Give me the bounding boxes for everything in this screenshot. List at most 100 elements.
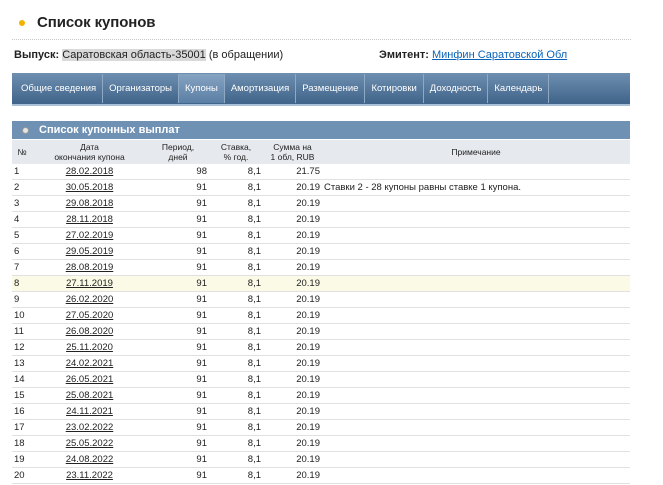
issue-label: Выпуск: — [14, 49, 60, 61]
date-link[interactable]: 26.05.2021 — [66, 374, 114, 385]
table-row: 9 26.02.2020 91 8,1 20.19 — [12, 291, 630, 308]
cell-date: 30.05.2018 — [32, 179, 147, 196]
date-link[interactable]: 24.11.2021 — [66, 406, 113, 417]
cell-num: 20 — [12, 467, 32, 484]
cell-date: 27.05.2020 — [32, 307, 147, 324]
tab-7[interactable]: Доходность — [424, 74, 489, 103]
date-link[interactable]: 23.02.2022 — [66, 422, 114, 433]
table-row: 2 30.05.2018 91 8,1 20.19 Ставки 2 - 28 купон… — [12, 179, 630, 196]
cell-sum: 20.19 — [263, 179, 322, 196]
table-row: 8 27.11.2019 91 8,1 20.19 — [12, 275, 630, 292]
cell-date: 25.11.2020 — [32, 339, 147, 356]
cell-sum: 20.19 — [263, 419, 322, 436]
cell-num: 2 — [12, 179, 32, 196]
cell-sum: 20.19 — [263, 435, 322, 452]
date-link[interactable]: 30.05.2018 — [66, 182, 114, 193]
issue-status: (в обращении) — [208, 49, 284, 61]
cell-rate: 8,1 — [209, 195, 263, 212]
table-row: 20 23.11.2022 91 8,1 20.19 — [12, 467, 630, 484]
cell-num: 16 — [12, 403, 32, 420]
date-link[interactable]: 27.11.2019 — [66, 278, 113, 289]
col-num-header: № — [12, 140, 32, 164]
cell-period: 91 — [147, 307, 209, 324]
cell-sum: 20.19 — [263, 275, 322, 292]
cell-note — [322, 419, 630, 436]
col-date-header-l2: окончания купона — [54, 152, 125, 162]
cell-rate: 8,1 — [209, 211, 263, 228]
cell-sum: 20.19 — [263, 211, 322, 228]
date-link[interactable]: 26.08.2020 — [66, 326, 114, 337]
cell-note — [322, 211, 630, 228]
cell-period: 91 — [147, 451, 209, 468]
date-link[interactable]: 28.02.2018 — [66, 166, 114, 177]
cell-note — [322, 259, 630, 276]
section-bullet-icon — [22, 126, 29, 134]
cell-rate: 8,1 — [209, 339, 263, 356]
cell-note — [322, 227, 630, 244]
table-row: 6 29.05.2019 91 8,1 20.19 — [12, 243, 630, 260]
cell-rate: 8,1 — [209, 355, 263, 372]
cell-rate: 8,1 — [209, 451, 263, 468]
cell-date: 26.08.2020 — [32, 323, 147, 340]
cell-note — [322, 164, 630, 180]
cell-note — [322, 355, 630, 372]
date-link[interactable]: 29.08.2018 — [66, 198, 114, 209]
title-divider — [12, 39, 631, 40]
date-link[interactable]: 28.11.2018 — [66, 214, 113, 225]
cell-rate: 8,1 — [209, 275, 263, 292]
tab-2[interactable]: Организаторы — [103, 74, 180, 103]
date-link[interactable]: 26.02.2020 — [66, 294, 114, 305]
cell-num: 11 — [12, 323, 32, 340]
cell-sum: 20.19 — [263, 371, 322, 388]
col-rate-header-l1: Ставка, — [220, 142, 252, 152]
cell-rate: 8,1 — [209, 243, 263, 260]
tab-5[interactable]: Размещение — [296, 74, 366, 103]
tab-bar: Общие сведения Организаторы Купоны Амортиза… — [12, 73, 630, 106]
issuer-link[interactable]: Минфин Саратовской Обл — [432, 49, 567, 61]
date-link[interactable]: 29.05.2019 — [66, 246, 114, 257]
cell-note: Ставки 2 - 28 купоны равны ставке 1 купо… — [322, 179, 630, 196]
table-row: 17 23.02.2022 91 8,1 20.19 — [12, 419, 630, 436]
table-row: 3 29.08.2018 91 8,1 20.19 — [12, 195, 630, 212]
bullet-icon — [19, 19, 25, 26]
cell-sum: 21.75 — [263, 164, 322, 180]
date-link[interactable]: 24.08.2022 — [66, 454, 114, 465]
date-link[interactable]: 27.02.2019 — [66, 230, 114, 241]
cell-note — [322, 275, 630, 292]
date-link[interactable]: 25.11.2020 — [66, 342, 113, 353]
cell-num: 13 — [12, 355, 32, 372]
tab-4[interactable]: Амортизация — [225, 74, 297, 103]
date-link[interactable]: 25.05.2022 — [66, 438, 114, 449]
table-row: 16 24.11.2021 91 8,1 20.19 — [12, 403, 630, 420]
cell-rate: 8,1 — [209, 259, 263, 276]
cell-period: 91 — [147, 371, 209, 388]
col-rate-header-l2: % год. — [223, 152, 249, 162]
date-link[interactable]: 25.08.2021 — [66, 390, 114, 401]
cell-sum: 20.19 — [263, 451, 322, 468]
cell-rate: 8,1 — [209, 291, 263, 308]
date-link[interactable]: 28.08.2019 — [66, 262, 114, 273]
cell-sum: 20.19 — [263, 323, 322, 340]
cell-sum: 20.19 — [263, 467, 322, 484]
table-row: 4 28.11.2018 91 8,1 20.19 — [12, 211, 630, 228]
tab-1[interactable]: Общие сведения — [15, 74, 104, 103]
cell-period: 91 — [147, 403, 209, 420]
cell-period: 91 — [147, 467, 209, 484]
date-link[interactable]: 27.05.2020 — [66, 310, 114, 321]
tab-3[interactable]: Купоны — [179, 74, 225, 103]
date-link[interactable]: 23.11.2022 — [66, 470, 113, 481]
table-row: 5 27.02.2019 91 8,1 20.19 — [12, 227, 630, 244]
cell-period: 91 — [147, 179, 209, 196]
date-link[interactable]: 24.02.2021 — [66, 358, 114, 369]
cell-sum: 20.19 — [263, 291, 322, 308]
cell-num: 6 — [12, 243, 32, 260]
cell-note — [322, 243, 630, 260]
tab-6[interactable]: Котировки — [365, 74, 424, 103]
section-header: Список купонных выплат — [12, 121, 630, 139]
cell-period: 91 — [147, 227, 209, 244]
tab-8[interactable]: Календарь — [488, 74, 550, 103]
cell-sum: 20.19 — [263, 307, 322, 324]
cell-date: 24.08.2022 — [32, 451, 147, 468]
cell-date: 23.02.2022 — [32, 419, 147, 436]
cell-sum: 20.19 — [263, 403, 322, 420]
